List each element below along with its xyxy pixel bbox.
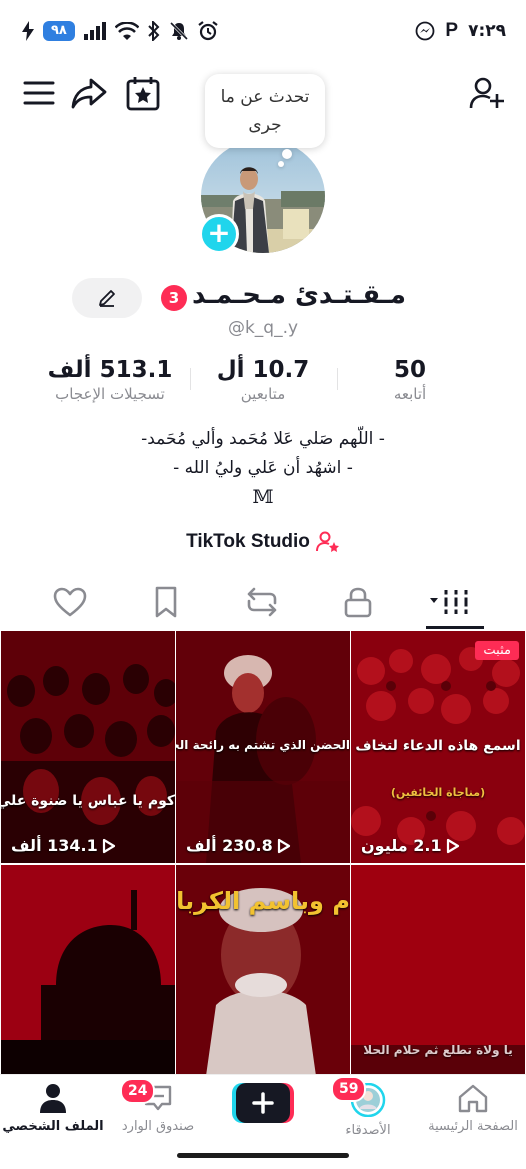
home-indicator xyxy=(177,1153,349,1158)
add-story-button[interactable]: + xyxy=(199,214,239,254)
nav-inbox-label: صندوق الوارد xyxy=(121,1119,195,1134)
videos-tab[interactable] xyxy=(428,584,472,620)
name-row: 3 مـقـتـدئ مـحـمـد xyxy=(0,278,526,318)
alarm-icon xyxy=(198,21,218,41)
add-friend-icon[interactable] xyxy=(468,74,506,112)
bluetooth-icon xyxy=(148,21,160,41)
view-count-text: 134.1 ألف xyxy=(11,836,98,855)
reposts-tab[interactable] xyxy=(244,584,280,620)
tiktok-studio-link[interactable]: TikTok Studio xyxy=(0,530,526,554)
video-tile[interactable]: كوم يا عباس يا ضنوة علي. 134.1 ألف xyxy=(1,631,175,863)
view-count: 134.1 ألف xyxy=(1,836,175,855)
charging-bolt-icon xyxy=(22,21,34,41)
play-icon xyxy=(102,838,115,853)
view-count: 230.8 ألف xyxy=(176,836,350,855)
menu-icon[interactable] xyxy=(20,74,58,112)
video-caption: اسمع هاذه الدعاء لتخاف xyxy=(355,738,521,754)
signal-icon xyxy=(83,22,106,40)
following-label: أتابعه xyxy=(393,385,427,403)
video-tile[interactable]: الحضن الذي تشتم به رائحة الحسين 230.8 أل… xyxy=(176,631,350,863)
video-tile[interactable]: مثبت اسمع هاذه الدعاء لتخاف (مناجاة الخا… xyxy=(351,631,525,863)
bio-line: 𝕄 xyxy=(252,486,274,508)
p-indicator: P xyxy=(445,20,459,41)
friends-badge: 59 xyxy=(331,1076,367,1102)
stat-following[interactable]: 50 أتابعه xyxy=(340,357,480,403)
likes-count: 513.1 ألف xyxy=(47,357,173,383)
bubble-tail-small xyxy=(278,161,284,167)
view-count-text: 230.8 ألف xyxy=(186,836,273,855)
messenger-icon xyxy=(415,21,435,41)
video-caption: الحضن الذي تشتم به رائحة الحسين xyxy=(176,738,350,752)
liked-tab[interactable] xyxy=(52,584,88,620)
nav-friends-label: الأصدقاء xyxy=(345,1123,391,1138)
clock: ٧:٢٩ xyxy=(468,21,506,41)
wifi-icon xyxy=(114,22,139,40)
create-button[interactable] xyxy=(232,1083,294,1123)
followers-label: متابعين xyxy=(240,385,286,403)
stat-likes[interactable]: 513.1 ألف تسجيلات الإعجاب xyxy=(40,357,180,403)
play-icon xyxy=(446,838,459,853)
private-tab[interactable] xyxy=(340,584,376,620)
nav-home-label: الصفحة الرئيسية xyxy=(428,1119,518,1134)
profile-icon xyxy=(40,1084,66,1113)
creator-star-icon xyxy=(315,531,339,552)
calendar-star-icon[interactable] xyxy=(124,74,162,112)
bubble-tail xyxy=(282,149,292,159)
status-note-line1: تحدث عن ما xyxy=(220,87,310,107)
video-tile[interactable]: يا ولاة تطلع ثم حلام الحلا xyxy=(351,865,525,1076)
display-name: مـقـتـدئ مـحـمـد xyxy=(192,280,406,310)
status-note-bubble[interactable]: تحدث عن ما جرى xyxy=(205,74,325,148)
video-subcaption: (مناجاة الخائفين) xyxy=(390,786,486,799)
tiktok-studio-label: TikTok Studio xyxy=(186,531,310,552)
stat-divider xyxy=(190,368,191,390)
share-icon[interactable] xyxy=(70,74,108,112)
likes-label: تسجيلات الإعجاب xyxy=(55,385,165,403)
video-caption: كوم يا عباس يا ضنوة علي. xyxy=(1,793,175,809)
nav-profile-label: الملف الشخصي xyxy=(2,1119,104,1134)
inbox-badge: 24 xyxy=(120,1078,156,1104)
video-thumbnail xyxy=(1,631,175,863)
video-caption: يا ولاة تطلع ثم حلام الحلا xyxy=(363,1043,513,1057)
video-tile[interactable] xyxy=(1,865,175,1076)
nav-friends[interactable]: الأصدقاء xyxy=(313,1082,423,1138)
status-bar: ٩٨ P ٧:٢٩ xyxy=(0,0,526,60)
active-tab-indicator xyxy=(426,626,484,629)
bio-line: - اشهُد أن عَلي وليُ الله - xyxy=(173,458,353,478)
favorites-tab[interactable] xyxy=(148,584,184,620)
following-count: 50 xyxy=(393,357,426,383)
pinned-badge: مثبت xyxy=(475,641,519,660)
content-tabs xyxy=(0,578,526,630)
home-icon xyxy=(458,1084,488,1113)
video-caption: م وباسم الكربا xyxy=(176,887,350,915)
play-icon xyxy=(277,838,290,853)
nav-profile[interactable]: الملف الشخصي xyxy=(0,1083,108,1134)
bio-line: - اللّهم صَلي عَلا مُحَمد وألي مُحَمد- xyxy=(141,429,385,449)
stat-followers[interactable]: 10.7 أل متابعين xyxy=(193,357,333,403)
view-count: 2.1 مليون xyxy=(351,836,525,855)
status-note-line2: جرى xyxy=(248,115,282,135)
bio: - اللّهم صَلي عَلا مُحَمد وألي مُحَمد- -… xyxy=(0,425,526,512)
video-grid: كوم يا عباس يا ضنوة علي. 134.1 ألف الحضن… xyxy=(0,631,526,1076)
edit-profile-button[interactable] xyxy=(72,278,142,318)
username: @k_q_.y xyxy=(227,318,299,338)
video-thumbnail xyxy=(1,865,175,1076)
video-tile[interactable]: م وباسم الكربا xyxy=(176,865,350,1076)
stat-divider xyxy=(337,368,338,390)
battery-icon: ٩٨ xyxy=(43,21,75,41)
nav-home[interactable]: الصفحة الرئيسية xyxy=(418,1083,526,1134)
mute-icon xyxy=(169,21,188,41)
view-count-text: 2.1 مليون xyxy=(361,836,442,855)
pencil-icon xyxy=(99,290,115,307)
notification-badge[interactable]: 3 xyxy=(161,285,187,311)
followers-count: 10.7 أل xyxy=(216,357,310,383)
